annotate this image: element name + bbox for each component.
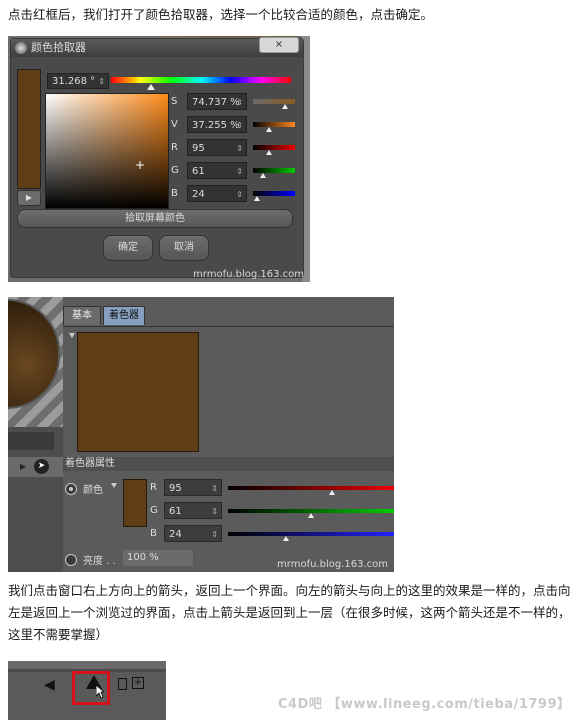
spinner-icon[interactable]: ⇕ bbox=[236, 163, 243, 180]
channel-slider-handle[interactable] bbox=[307, 513, 314, 518]
new-icon[interactable]: + bbox=[132, 677, 144, 689]
channel-value: 24 bbox=[192, 189, 205, 200]
section-header: 着色器属性 bbox=[63, 457, 394, 471]
channel-slider-handle[interactable] bbox=[329, 490, 336, 495]
watermark: mrmofu.blog.163.com bbox=[277, 559, 388, 570]
channel-field[interactable]: 95 ⇕ bbox=[164, 479, 222, 496]
channel-slider[interactable] bbox=[253, 145, 295, 150]
channel-value: 95 bbox=[169, 483, 182, 494]
channel-field[interactable]: 24 ⇕ bbox=[187, 185, 247, 202]
channel-slider[interactable] bbox=[228, 532, 394, 536]
watermark: mrmofu.blog.163.com bbox=[193, 269, 304, 280]
hue-slider[interactable] bbox=[111, 77, 291, 83]
channel-slider-handle[interactable] bbox=[260, 173, 267, 178]
color-label: 颜色 bbox=[83, 485, 103, 496]
highlight-box bbox=[72, 671, 110, 705]
channel-label: V bbox=[171, 119, 178, 130]
spinner-icon[interactable]: ⇕ bbox=[211, 480, 218, 497]
toolbar-top bbox=[8, 661, 166, 669]
channel-label: S bbox=[171, 96, 178, 107]
tab-shader[interactable]: 着色器 bbox=[103, 306, 145, 325]
current-color-swatch bbox=[17, 69, 41, 189]
preview-controls: ▶ ➤ bbox=[8, 457, 63, 477]
channel-value: 37.255 % bbox=[192, 120, 240, 131]
lock-icon[interactable] bbox=[118, 678, 127, 690]
hue-field[interactable]: 31.268 ° ⇕ bbox=[47, 73, 109, 89]
brightness-radio[interactable] bbox=[65, 554, 77, 566]
intro-paragraph: 点击红框后，我们打开了颜色拾取器，选择一个比较合适的颜色，点击确定。 bbox=[8, 7, 434, 22]
dialog-titlebar: 颜色拾取器 × bbox=[11, 37, 303, 57]
brightness-field[interactable]: 100 % bbox=[123, 550, 193, 566]
channel-value: 95 bbox=[192, 143, 205, 154]
material-editor-screenshot: ▶ ➤ 基本 着色器 着色器属性 颜色 R 95 ⇕ G 61 ⇕ B 24 ⇕ 亮度 . . … bbox=[8, 297, 394, 572]
spinner-icon[interactable]: ⇕ bbox=[98, 74, 105, 90]
color-swatch[interactable] bbox=[123, 479, 147, 527]
spinner-icon[interactable]: ⇕ bbox=[211, 526, 218, 543]
color-expand-icon[interactable] bbox=[111, 483, 117, 488]
color-radio[interactable] bbox=[65, 483, 77, 495]
channel-value: 61 bbox=[192, 166, 205, 177]
color-picker-dialog: 颜色拾取器 × ▶ 31.268 ° ⇕ + S 74.737 % ⇕ V 37.255… bbox=[10, 37, 304, 278]
pick-screen-color-button[interactable]: 拾取屏幕颜色 bbox=[17, 209, 293, 228]
preview-field bbox=[8, 432, 54, 450]
material-tabs: 基本 着色器 bbox=[63, 306, 394, 326]
spinner-icon[interactable]: ⇕ bbox=[211, 503, 218, 520]
channel-slider-handle[interactable] bbox=[265, 127, 272, 132]
channel-slider-handle[interactable] bbox=[281, 104, 288, 109]
channel-slider[interactable] bbox=[253, 99, 295, 104]
channel-field[interactable]: 74.737 % ⇕ bbox=[187, 93, 247, 110]
channel-value: 24 bbox=[169, 529, 182, 540]
channel-field[interactable]: 37.255 % ⇕ bbox=[187, 116, 247, 133]
channel-slider-handle[interactable] bbox=[253, 196, 260, 201]
footer-watermark: C4D吧 【www.lineeg.com/tieba/1799】 bbox=[278, 697, 571, 712]
back-arrow-icon[interactable]: ◀ bbox=[44, 677, 55, 693]
ok-button[interactable]: 确定 bbox=[103, 235, 153, 261]
hue-value: 31.268 ° bbox=[52, 76, 96, 87]
cancel-button[interactable]: 取消 bbox=[159, 235, 209, 261]
dialog-title: 颜色拾取器 bbox=[31, 41, 86, 54]
explanation-paragraph: 我们点击窗口右上方向上的箭头，返回上一个界面。向左的箭头与向上的这里的效果是一样… bbox=[8, 583, 571, 642]
channel-slider[interactable] bbox=[253, 122, 295, 127]
tab-basic[interactable]: 基本 bbox=[63, 306, 101, 325]
pointer-icon[interactable]: ➤ bbox=[34, 459, 49, 474]
shader-panel bbox=[63, 326, 394, 453]
preview-column: ▶ ➤ bbox=[8, 297, 63, 572]
channel-label: G bbox=[171, 165, 179, 176]
toolbar-screenshot: ◀ + bbox=[8, 661, 166, 720]
channel-slider-handle[interactable] bbox=[265, 150, 272, 155]
shader-color-preview bbox=[77, 332, 199, 452]
channel-field[interactable]: 61 ⇕ bbox=[164, 502, 222, 519]
channel-field[interactable]: 61 ⇕ bbox=[187, 162, 247, 179]
channel-label: R bbox=[171, 142, 178, 153]
channel-value: 61 bbox=[169, 506, 182, 517]
channel-label: B bbox=[171, 188, 178, 199]
channel-label: R bbox=[150, 482, 157, 493]
channel-value: 74.737 % bbox=[192, 97, 240, 108]
channel-label: G bbox=[150, 505, 158, 516]
channel-slider[interactable] bbox=[228, 486, 394, 490]
channel-field[interactable]: 95 ⇕ bbox=[187, 139, 247, 156]
radio-dot bbox=[69, 487, 73, 491]
spinner-icon[interactable]: ⇕ bbox=[236, 117, 243, 134]
close-button[interactable]: × bbox=[259, 37, 299, 53]
channel-field[interactable]: 24 ⇕ bbox=[164, 525, 222, 542]
app-icon bbox=[15, 42, 27, 54]
expand-arrow-icon[interactable] bbox=[69, 333, 75, 338]
channel-slider-handle[interactable] bbox=[282, 536, 289, 541]
play-icon[interactable]: ▶ bbox=[20, 462, 26, 471]
saturation-value-field[interactable] bbox=[45, 93, 169, 209]
spinner-icon[interactable]: ⇕ bbox=[236, 186, 243, 203]
crosshair-icon[interactable]: + bbox=[135, 158, 145, 172]
channel-label: B bbox=[150, 528, 157, 539]
color-picker-screenshot: 颜色拾取器 × ▶ 31.268 ° ⇕ + S 74.737 % ⇕ V 37.255… bbox=[8, 36, 310, 282]
eyedropper-button[interactable]: ▶ bbox=[17, 190, 41, 206]
brightness-label: 亮度 . . bbox=[83, 556, 116, 567]
spinner-icon[interactable]: ⇕ bbox=[236, 140, 243, 157]
spinner-icon[interactable]: ⇕ bbox=[236, 94, 243, 111]
hue-slider-handle[interactable] bbox=[146, 84, 155, 90]
